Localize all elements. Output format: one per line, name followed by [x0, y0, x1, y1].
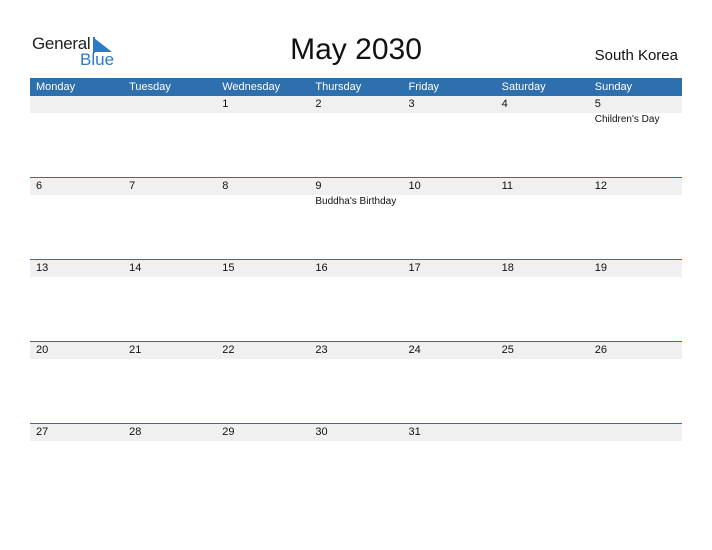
day-cell: 17	[403, 260, 496, 277]
day-cell: 23	[309, 342, 402, 359]
day-cell: 9 Buddha's Birthday	[309, 178, 402, 208]
day-number: 14	[129, 262, 142, 274]
week-row: 20 21 22 23 24 25 26	[30, 341, 682, 423]
weekday-header: Monday Tuesday Wednesday Thursday Friday…	[30, 78, 682, 96]
day-number: 8	[222, 180, 229, 192]
day-cell: 28	[123, 424, 216, 441]
day-cell: 24	[403, 342, 496, 359]
day-number: 27	[36, 426, 49, 438]
day-number: 5	[594, 98, 601, 110]
week-cells: 27 28 29 30 31	[30, 424, 682, 441]
day-number: 15	[222, 262, 235, 274]
day-cell: 18	[496, 260, 589, 277]
country-label: South Korea	[594, 47, 678, 64]
day-number: 18	[501, 262, 514, 274]
day-cell: 27	[30, 424, 123, 441]
day-number: 2	[315, 98, 322, 110]
day-cell: 4	[496, 96, 589, 126]
week-row: 13 14 15 16 17 18 19	[30, 259, 682, 341]
day-cell: 5 Children's Day	[589, 96, 682, 126]
week-row: 27 28 29 30 31	[30, 423, 682, 505]
day-number	[129, 96, 216, 113]
weeks-container: 1 2 3 4 5 Children's Day 6 7 8 9 Buddha's Birthday…	[30, 96, 682, 505]
day-cell: 31	[403, 424, 496, 441]
day-cell: 14	[123, 260, 216, 277]
day-cell: 19	[589, 260, 682, 277]
week-row: 1 2 3 4 5 Children's Day	[30, 96, 682, 177]
day-cell: 30	[309, 424, 402, 441]
day-number: 20	[36, 344, 49, 356]
day-number: 13	[36, 262, 49, 274]
day-number	[502, 424, 589, 441]
day-number: 1	[222, 98, 229, 110]
day-cell: 22	[216, 342, 309, 359]
day-number: 26	[594, 344, 607, 356]
day-number: 30	[315, 426, 328, 438]
day-cell: 12	[589, 178, 682, 208]
day-cell: 26	[589, 342, 682, 359]
week-row: 6 7 8 9 Buddha's Birthday 10 11 12	[30, 177, 682, 259]
day-number: 9	[315, 180, 322, 192]
day-cell: 10	[403, 178, 496, 208]
day-cell: 15	[216, 260, 309, 277]
day-cell: 16	[309, 260, 402, 277]
weekday-friday: Friday	[408, 81, 440, 93]
day-cell: 25	[496, 342, 589, 359]
day-cell: 13	[30, 260, 123, 277]
day-number	[36, 96, 123, 113]
day-number: 16	[315, 262, 328, 274]
weekday-sunday: Sunday	[594, 81, 633, 93]
day-number: 21	[129, 344, 142, 356]
day-cell: 29	[216, 424, 309, 441]
day-cell: 8	[216, 178, 309, 208]
day-number: 31	[408, 426, 421, 438]
day-number: 3	[408, 98, 415, 110]
week-cells: 20 21 22 23 24 25 26	[30, 342, 682, 359]
day-number: 6	[36, 180, 43, 192]
weekday-wednesday: Wednesday	[222, 81, 281, 93]
day-cell: 6	[30, 178, 123, 208]
day-cell: 20	[30, 342, 123, 359]
day-cell	[589, 424, 682, 441]
day-number: 11	[501, 180, 514, 192]
weekday-monday: Monday	[36, 81, 76, 93]
day-cell: 11	[496, 178, 589, 208]
day-cell	[30, 96, 123, 126]
day-cell	[496, 424, 589, 441]
weekday-saturday: Saturday	[501, 81, 546, 93]
day-cell: 2	[309, 96, 402, 126]
day-cell: 21	[123, 342, 216, 359]
weekday-tuesday: Tuesday	[129, 81, 171, 93]
day-number	[595, 424, 682, 441]
day-number: 22	[222, 344, 235, 356]
day-cell: 3	[403, 96, 496, 126]
day-number: 7	[129, 180, 136, 192]
day-number: 29	[222, 426, 235, 438]
day-number: 19	[594, 262, 607, 274]
day-cell: 1	[216, 96, 309, 126]
day-number: 25	[501, 344, 514, 356]
weekday-thursday: Thursday	[315, 81, 362, 93]
week-cells: 13 14 15 16 17 18 19	[30, 260, 682, 277]
holiday-label: Children's Day	[594, 114, 660, 125]
day-number: 23	[315, 344, 328, 356]
day-cell: 7	[123, 178, 216, 208]
day-number: 12	[594, 180, 607, 192]
day-cell	[123, 96, 216, 126]
calendar-grid: Monday Tuesday Wednesday Thursday Friday…	[30, 78, 682, 505]
week-cells: 1 2 3 4 5 Children's Day	[30, 96, 682, 126]
day-number: 10	[408, 180, 421, 192]
day-number: 17	[408, 262, 421, 274]
day-number: 24	[408, 344, 421, 356]
holiday-label: Buddha's Birthday	[315, 196, 397, 207]
week-cells: 6 7 8 9 Buddha's Birthday 10 11 12	[30, 178, 682, 208]
day-number: 4	[501, 98, 508, 110]
day-number: 28	[129, 426, 142, 438]
